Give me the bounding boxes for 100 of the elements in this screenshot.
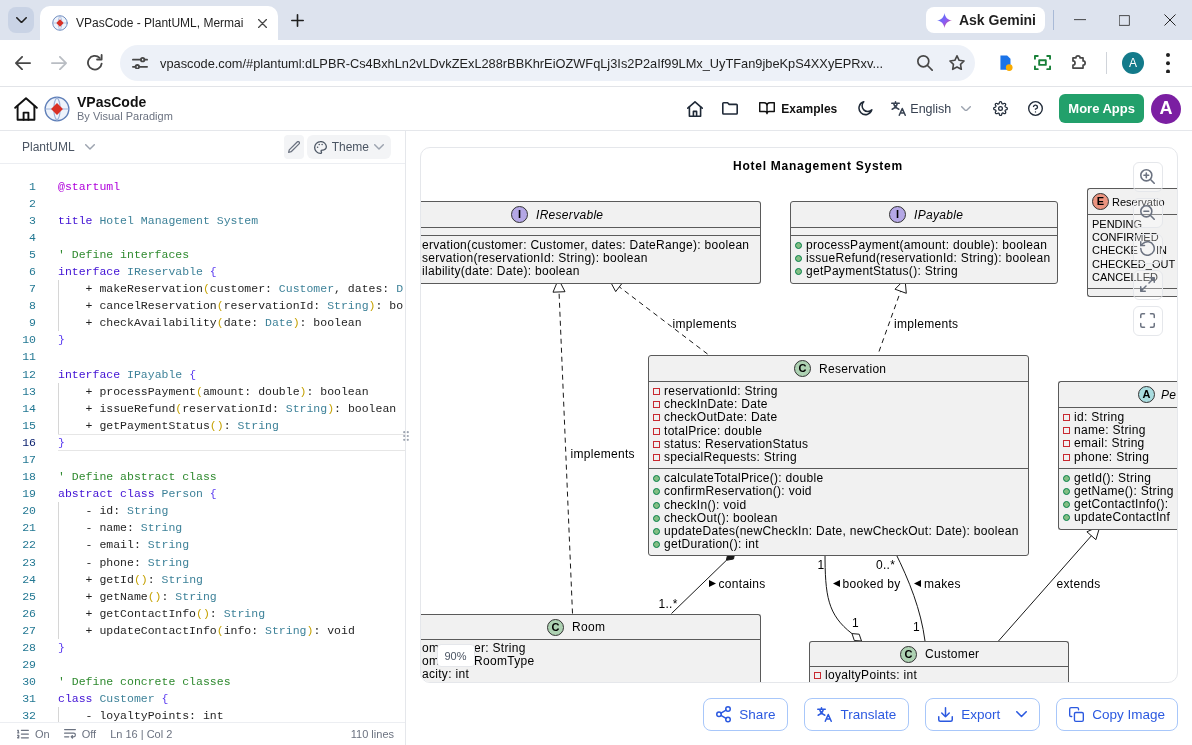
class-member: getId(): String xyxy=(1074,471,1152,485)
language-selector[interactable]: English xyxy=(891,101,972,116)
class-member: getName(): String xyxy=(1074,484,1174,499)
enum-value: CONFIRMED xyxy=(1092,231,1159,245)
code-line: - name: String xyxy=(85,520,183,537)
browser-tab[interactable]: VPasCode - PlantUML, Mermai xyxy=(40,6,278,40)
line-number: 2 xyxy=(28,195,36,212)
reload-icon[interactable] xyxy=(87,54,103,72)
profile-avatar[interactable]: A xyxy=(1122,52,1144,74)
code-line: - phone: String xyxy=(85,554,190,571)
class-member: RoomType xyxy=(474,654,535,668)
ask-gemini-button[interactable]: Ask Gemini xyxy=(925,7,1045,33)
code-line: @startuml xyxy=(58,178,121,195)
extension-icon[interactable] xyxy=(999,54,1013,72)
class-name: Reservation xyxy=(819,361,887,376)
language-dropdown[interactable]: PlantUML xyxy=(22,140,95,154)
line-count: 110 lines xyxy=(350,728,394,740)
capture-icon[interactable] xyxy=(1033,54,1051,70)
line-number: 26 xyxy=(21,605,36,622)
code-line: ' Define abstract class xyxy=(58,469,217,486)
word-wrap-toggle[interactable]: Off xyxy=(63,728,97,740)
line-number: 31 xyxy=(21,691,36,708)
triangle-icon xyxy=(832,580,840,587)
home-icon[interactable] xyxy=(687,100,704,117)
square-marker-icon xyxy=(1063,440,1070,448)
code-line: + processPayment(amount: double): boolean xyxy=(85,383,369,400)
site-settings-icon[interactable] xyxy=(132,56,148,70)
class-type-badge: A xyxy=(1138,386,1155,403)
enum-value: CHECKE xyxy=(1092,244,1138,257)
caret-down-icon xyxy=(15,16,27,24)
line-number: 29 xyxy=(21,657,36,674)
square-marker-icon xyxy=(1063,427,1070,435)
close-icon[interactable] xyxy=(258,18,267,28)
puzzle-icon[interactable] xyxy=(1070,54,1086,70)
line-number: 24 xyxy=(21,571,36,588)
line-number: 28 xyxy=(21,640,36,657)
dot-marker-icon xyxy=(653,514,660,522)
dot-marker-icon xyxy=(795,268,802,276)
code-line: interface IPayable { xyxy=(58,366,197,383)
menu-icon[interactable] xyxy=(1166,52,1170,74)
examples-link[interactable]: Examples xyxy=(759,101,838,116)
line-number: 6 xyxy=(28,263,36,280)
class-name: Customer xyxy=(925,647,980,661)
star-icon[interactable] xyxy=(949,55,965,71)
home-icon[interactable] xyxy=(14,96,38,121)
code-line: + issueRefund(reservationId: String): boolean xyxy=(85,400,397,417)
settings-icon[interactable] xyxy=(993,101,1009,116)
class-member: updateDates(newCheckIn: Date, newCheckOut: Date): boolean xyxy=(664,524,1019,539)
code-line: + checkAvailability(date: Date): boolean xyxy=(85,315,362,332)
class-type-badge: E xyxy=(1092,193,1109,210)
copy-image-button[interactable]: Copy Image xyxy=(1056,698,1178,731)
code-line: } xyxy=(58,332,65,349)
zoom-icon[interactable] xyxy=(917,55,933,71)
class-member: id: String xyxy=(1074,411,1125,425)
palette-icon xyxy=(313,140,327,154)
multiplicity-label: 1 xyxy=(852,616,859,630)
translate-button[interactable]: Translate xyxy=(804,698,910,731)
wrap-icon xyxy=(63,729,76,739)
back-arrow-icon[interactable] xyxy=(15,55,31,71)
line-number: 8 xyxy=(28,298,36,315)
code-line: + getId(): String xyxy=(85,571,203,588)
new-tab-icon[interactable] xyxy=(291,14,304,27)
class-type-badge: I xyxy=(889,206,906,223)
class-member: updateContactInf xyxy=(1074,511,1171,525)
brand-name: VPasCode xyxy=(77,94,148,110)
rotate-icon xyxy=(1140,241,1155,256)
zoom-in-button[interactable] xyxy=(1132,161,1163,192)
line-number: 16 xyxy=(21,434,36,451)
help-icon[interactable] xyxy=(1028,101,1044,116)
fullscreen-button[interactable] xyxy=(1132,305,1163,336)
edge-label: makes xyxy=(924,576,961,591)
tab-search-button[interactable] xyxy=(8,7,34,33)
class-type-badge: C xyxy=(794,360,811,377)
line-number: 13 xyxy=(21,383,36,400)
line-numbers-toggle[interactable]: On xyxy=(17,728,50,740)
export-button[interactable]: Export xyxy=(925,698,1041,731)
folder-icon[interactable] xyxy=(722,102,739,115)
address-bar[interactable]: vpascode.com/#plantuml:dLPBR-Cs4BxhLn2vLDvkZExL288rBBKhrEiOZWFqLj3Is2P2aIf99LMx_UyTFan9jbeKpS4XXyEPRxv... xyxy=(120,45,975,81)
square-marker-icon xyxy=(1063,453,1070,461)
user-avatar[interactable]: A xyxy=(1151,93,1181,124)
maximize-icon[interactable] xyxy=(1119,14,1130,26)
class-member: calculateTotalPrice(): double xyxy=(664,472,824,486)
dot-marker-icon xyxy=(1063,488,1070,496)
dot-marker-icon xyxy=(653,541,660,549)
class-member: specialRequests: String xyxy=(664,450,797,465)
edge-label: extends xyxy=(1056,576,1101,591)
book-icon xyxy=(759,102,776,115)
edit-button[interactable] xyxy=(283,135,304,159)
line-number: 18 xyxy=(21,469,36,486)
line-number: 10 xyxy=(21,332,36,349)
share-button[interactable]: Share xyxy=(703,698,789,731)
enum-value: CANCELLED xyxy=(1092,270,1159,284)
brand-tagline: By Visual Paradigm xyxy=(77,109,173,123)
moon-icon[interactable] xyxy=(858,101,874,116)
close-icon[interactable] xyxy=(1163,14,1176,26)
theme-button[interactable]: Theme xyxy=(306,135,391,159)
triangle-icon xyxy=(708,580,716,587)
minimize-icon[interactable] xyxy=(1073,19,1086,21)
square-marker-icon xyxy=(653,388,660,396)
drag-handle-icon[interactable] xyxy=(403,431,409,441)
